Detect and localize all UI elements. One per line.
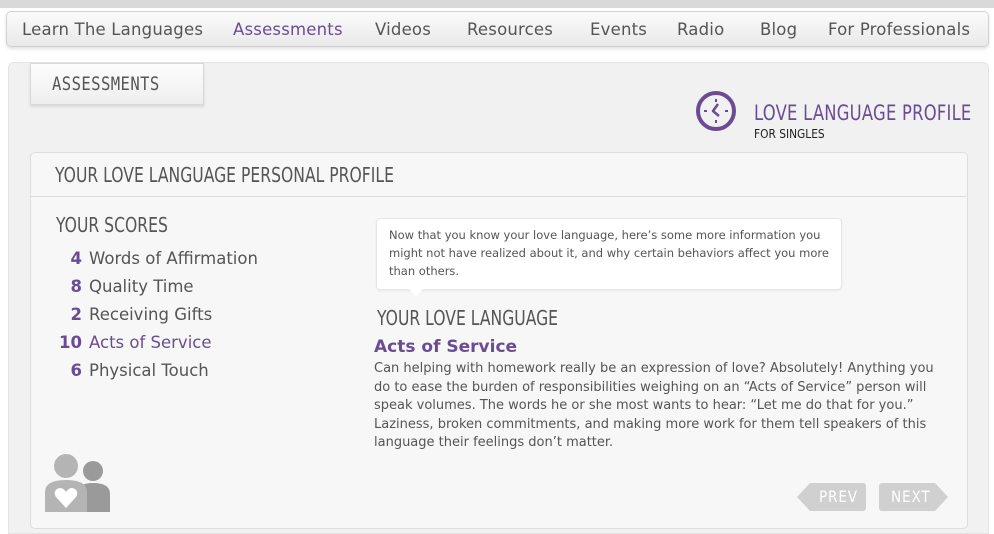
main-nav: Learn The Languages Assessments Videos R… <box>6 11 989 47</box>
scores-title: YOUR SCORES <box>56 213 168 237</box>
score-label: Receiving Gifts <box>89 305 213 324</box>
section-tab: ASSESSMENTS <box>30 63 204 105</box>
score-value: 2 <box>70 305 82 324</box>
score-label: Acts of Service <box>89 333 212 352</box>
card-title: YOUR LOVE LANGUAGE PERSONAL PROFILE <box>55 163 394 187</box>
score-value: 4 <box>70 249 82 268</box>
prev-button-label: PREV <box>819 487 858 506</box>
nav-item-for-professionals[interactable]: For Professionals <box>828 20 970 39</box>
nav-item-radio[interactable]: Radio <box>677 20 724 39</box>
love-language-name: Acts of Service <box>374 337 518 357</box>
top-strip <box>0 0 994 8</box>
score-value: 8 <box>70 277 82 296</box>
nav-item-blog[interactable]: Blog <box>760 20 797 39</box>
love-language-heading: YOUR LOVE LANGUAGE <box>377 306 559 330</box>
nav-item-events[interactable]: Events <box>590 20 647 39</box>
nav-item-videos[interactable]: Videos <box>375 20 431 39</box>
info-bubble-text: Now that you know your love language, he… <box>389 228 829 278</box>
people-heart-icon <box>43 452 113 518</box>
score-value: 10 <box>59 333 82 352</box>
profile-title: LOVE LANGUAGE PROFILE <box>754 101 972 125</box>
love-language-description: Can helping with homework really be an e… <box>374 361 934 450</box>
nav-item-assessments[interactable]: Assessments <box>233 20 343 39</box>
nav-item-learn-the-languages[interactable]: Learn The Languages <box>22 20 203 39</box>
score-value: 6 <box>70 361 82 380</box>
score-label: Words of Affirmation <box>89 249 258 268</box>
nav-item-resources[interactable]: Resources <box>467 20 553 39</box>
prev-button[interactable]: PREV <box>797 483 866 511</box>
next-button-label: NEXT <box>891 487 931 506</box>
score-label: Quality Time <box>89 277 194 296</box>
info-bubble-tail <box>408 288 424 297</box>
next-button[interactable]: NEXT <box>879 483 948 511</box>
score-label: Physical Touch <box>89 361 209 380</box>
profile-subtitle: FOR SINGLES <box>754 126 825 141</box>
section-title: ASSESSMENTS <box>52 73 160 95</box>
clock-icon <box>696 91 736 131</box>
